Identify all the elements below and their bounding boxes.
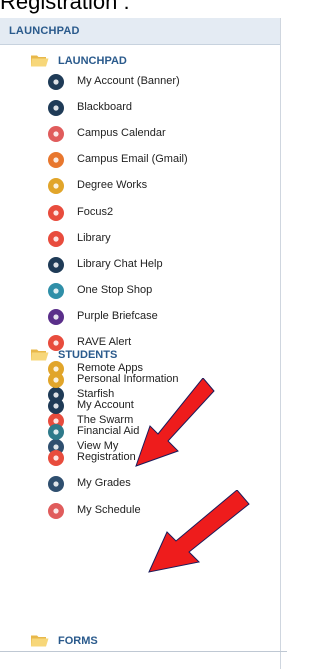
- folder-label: STUDENTS: [58, 349, 118, 361]
- folder-icon: [31, 55, 49, 67]
- calendar-icon: [48, 126, 64, 142]
- folder-label: FORMS: [58, 635, 98, 647]
- item-label: Focus2: [77, 206, 114, 218]
- financial-aid-icon: [48, 424, 64, 440]
- schedule-icon: [48, 503, 64, 519]
- folder-icon: [31, 635, 49, 647]
- item-label: Registration: [77, 451, 136, 463]
- blackboard-icon: [48, 100, 64, 116]
- item-label: Degree Works: [77, 179, 148, 191]
- mail-icon: [48, 152, 64, 168]
- panel-header: LAUNCHPAD: [0, 18, 280, 45]
- item-label: Purple Briefcase: [77, 310, 158, 322]
- item-label: One Stop Shop: [77, 284, 153, 296]
- item-label: Library: [77, 232, 111, 244]
- item-label: My Account (Banner): [77, 75, 180, 87]
- star-icon: [48, 450, 64, 466]
- book-icon: [48, 231, 64, 247]
- account-icon: [48, 398, 64, 414]
- key-icon: [48, 74, 64, 90]
- cart-icon: [48, 283, 64, 299]
- panel-header-title: LAUNCHPAD: [9, 25, 80, 37]
- chat-icon: [48, 257, 64, 273]
- item-label: Library Chat Help: [77, 258, 163, 270]
- folder-label: LAUNCHPAD: [58, 55, 127, 67]
- red-arrow-lower: [148, 490, 250, 573]
- item-label: RAVE Alert: [77, 336, 132, 348]
- item-label: Campus Calendar: [77, 127, 166, 139]
- page-caption: Registration :: [0, 0, 130, 14]
- graduation-cap-icon: [48, 178, 64, 194]
- item-label: My Account: [77, 399, 134, 411]
- item-label: My Schedule: [77, 504, 141, 516]
- item-label: Blackboard: [77, 101, 133, 113]
- divider: [0, 651, 287, 652]
- folder-icon: [31, 349, 49, 361]
- item-label: My Grades: [77, 477, 131, 489]
- red-arrow-upper: [135, 378, 215, 467]
- award-icon: [48, 476, 64, 492]
- focus-icon: [48, 205, 64, 221]
- person-icon: [48, 372, 64, 388]
- item-label: Campus Email (Gmail): [77, 153, 188, 165]
- briefcase-icon: [48, 309, 64, 325]
